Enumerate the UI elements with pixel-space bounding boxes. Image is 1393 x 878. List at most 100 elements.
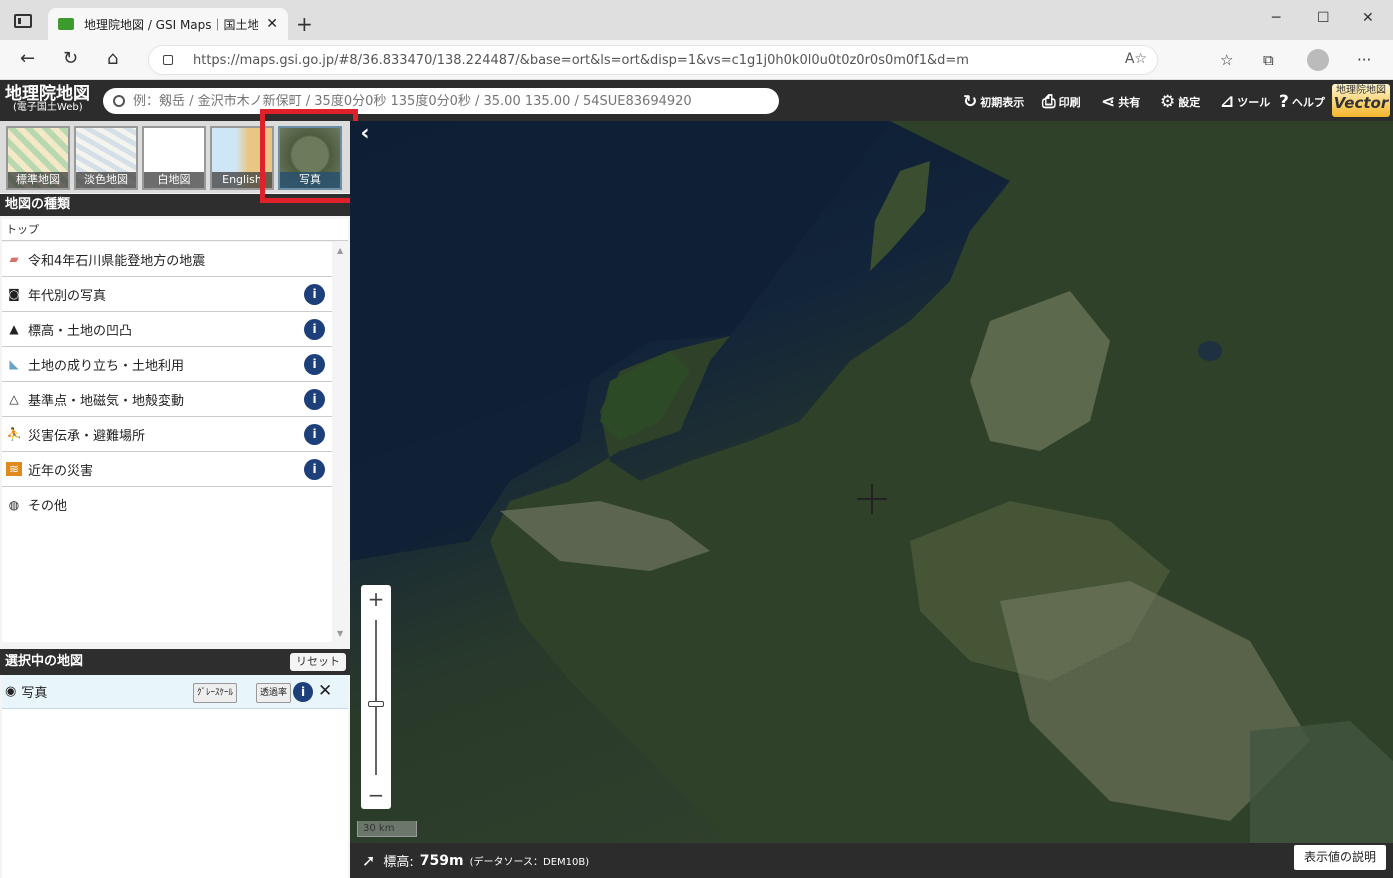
list-item-other[interactable]: ◍ その他 — [2, 487, 332, 522]
url-text: https://maps.gsi.go.jp/#8/36.833470/138.… — [193, 52, 969, 68]
breadcrumb[interactable]: トップ — [2, 219, 348, 241]
list-item-recent-disasters[interactable]: ≋ 近年の災害 i — [2, 452, 332, 487]
eye-icon[interactable]: ◉ — [5, 684, 16, 699]
info-icon[interactable]: i — [304, 424, 325, 445]
zoom-slider-track[interactable] — [375, 620, 377, 775]
camera-icon: ◙ — [8, 287, 20, 301]
window-close-icon[interactable]: ✕ — [1362, 10, 1374, 26]
elevation-value: 759m — [419, 852, 464, 869]
elevation-arrow-icon: ➚ — [362, 851, 376, 870]
basemap-blank[interactable]: 白地図 — [142, 126, 206, 190]
remove-layer-icon[interactable]: ✕ — [318, 681, 332, 701]
list-item-photos-by-era[interactable]: ◙ 年代別の写真 i — [2, 277, 332, 312]
collapse-sidebar-icon[interactable]: ‹ — [352, 121, 378, 151]
explain-values-button[interactable]: 表示値の説明 — [1294, 845, 1386, 870]
gsi-header: 地理院地図 (電子国土Web) ↻初期表示 ⎙印刷 ⋖共有 ⚙設定 ⊿ツール ?… — [0, 80, 1393, 121]
help-button[interactable]: ? ヘルプ — [1279, 92, 1325, 112]
gear-icon: ⚙ — [1160, 92, 1176, 112]
minimize-icon[interactable]: ─ — [1272, 10, 1280, 26]
gsi-favicon-icon — [58, 18, 74, 30]
selected-maps-area: ◉ 写真 ｸﾞﾚｰｽｹｰﾙ 透過率 i ✕ — [2, 675, 348, 878]
profile-avatar[interactable] — [1307, 49, 1329, 71]
info-icon[interactable]: i — [304, 319, 325, 340]
favorites-icon[interactable]: ☆ — [1220, 51, 1233, 69]
elevation-label: 標高: — [383, 855, 414, 870]
zoom-in-button[interactable]: + — [361, 587, 391, 611]
tab-title: 地理院地図 / GSI Maps｜国土地 — [84, 17, 259, 32]
selected-layer-name: 写真 — [21, 686, 48, 701]
tab-actions-icon[interactable] — [14, 14, 32, 28]
info-icon[interactable]: i — [293, 682, 313, 702]
search-icon — [113, 95, 125, 107]
settings-button[interactable]: ⚙ 設定 — [1160, 92, 1200, 112]
maximize-icon[interactable]: ☐ — [1317, 10, 1330, 26]
triangle-point-icon: △ — [9, 392, 19, 406]
list-item-elevation[interactable]: ▲ 標高・土地の凹凸 i — [2, 312, 332, 347]
elevation-source: (データソース：DEM10B) — [469, 857, 590, 868]
collections-icon[interactable]: ⧉ — [1263, 51, 1274, 69]
info-icon[interactable]: i — [304, 459, 325, 480]
info-icon[interactable]: i — [304, 354, 325, 375]
address-bar[interactable]: https://maps.gsi.go.jp/#8/36.833470/138.… — [148, 45, 1158, 75]
map-canvas[interactable] — [350, 121, 1393, 843]
search-input[interactable] — [133, 93, 779, 109]
print-button[interactable]: ⎙ 印刷 — [1042, 92, 1081, 112]
share-icon: ⋖ — [1101, 92, 1116, 112]
scroll-down-icon[interactable]: ▼ — [337, 629, 343, 638]
gsi-logo[interactable]: 地理院地図 (電子国土Web) — [5, 86, 90, 113]
list-item-control-points[interactable]: △ 基準点・地磁気・地殻変動 i — [2, 382, 332, 417]
sidebar: 標準地図 淡色地図 白地図 English 写真 地図の種類 トップ ▰ 令和4… — [0, 121, 350, 878]
scale-bar: 30 km — [357, 821, 417, 837]
search-box — [103, 88, 779, 114]
opacity-button[interactable]: 透過率 — [256, 683, 292, 703]
refresh-icon: ↻ — [963, 92, 978, 112]
zoom-control: + − — [361, 585, 391, 809]
logo-title: 地理院地図 — [5, 84, 90, 104]
landform-icon: ◣ — [9, 357, 19, 371]
ruler-icon: ⊿ — [1220, 92, 1235, 112]
new-tab-icon[interactable]: + — [296, 12, 313, 36]
selected-layer-row[interactable]: ◉ 写真 ｸﾞﾚｰｽｹｰﾙ 透過率 i ✕ — [2, 675, 348, 709]
home-icon[interactable]: ⌂ — [107, 48, 118, 69]
logo-subtitle: (電子国土Web) — [13, 102, 83, 113]
printer-icon: ⎙ — [1042, 92, 1056, 112]
zoom-slider-handle[interactable] — [368, 701, 384, 707]
highlight-annotation-box — [260, 109, 358, 203]
reload-icon[interactable]: ↻ — [63, 48, 78, 69]
basemap-pale[interactable]: 淡色地図 — [74, 126, 138, 190]
evacuation-icon: ⛹ — [6, 427, 22, 441]
folder-icon: ▰ — [9, 252, 19, 266]
more-menu-icon[interactable]: ··· — [1357, 51, 1371, 69]
list-item-evacuation[interactable]: ⛹ 災害伝承・避難場所 i — [2, 417, 332, 452]
lock-icon — [163, 55, 173, 65]
share-button[interactable]: ⋖ 共有 — [1101, 92, 1140, 112]
zoom-out-button[interactable]: − — [361, 783, 391, 807]
layer-category-list: ▰ 令和4年石川県能登地方の地震 ◙ 年代別の写真 i ▲ 標高・土地の凹凸 i… — [2, 242, 332, 642]
tools-button[interactable]: ⊿ ツール — [1220, 92, 1270, 112]
grayscale-button[interactable]: ｸﾞﾚｰｽｹｰﾙ — [193, 683, 238, 703]
browser-tabstrip: 地理院地図 / GSI Maps｜国土地 ✕ + ─ ☐ ✕ — [0, 0, 1393, 40]
question-icon: ? — [1279, 92, 1289, 112]
basemap-standard[interactable]: 標準地図 — [6, 126, 70, 190]
selected-maps-header: 選択中の地図 リセット — [0, 649, 350, 675]
browser-toolbar: ← ↻ ⌂ https://maps.gsi.go.jp/#8/36.83347… — [0, 40, 1393, 80]
layer-list-scrollbar[interactable]: ▲ ▼ — [333, 242, 348, 642]
browser-tab-active[interactable]: 地理院地図 / GSI Maps｜国土地 ✕ — [48, 8, 288, 40]
mountain-icon: ▲ — [9, 322, 19, 336]
elevation-footer: ➚ 標高: 759m (データソース：DEM10B) — [350, 843, 1393, 878]
reset-selection-button[interactable]: リセット — [290, 653, 346, 671]
globe-icon: ◍ — [8, 497, 20, 512]
back-icon[interactable]: ← — [20, 48, 35, 69]
info-icon[interactable]: i — [304, 389, 325, 410]
tab-close-icon[interactable]: ✕ — [266, 16, 278, 32]
list-item-land-use[interactable]: ◣ 土地の成り立ち・土地利用 i — [2, 347, 332, 382]
map-center-crosshair — [857, 484, 887, 514]
vector-map-link[interactable]: 地理院地図 Vector — [1332, 84, 1390, 117]
list-item-noto-earthquake[interactable]: ▰ 令和4年石川県能登地方の地震 — [2, 242, 332, 277]
read-aloud-icon[interactable]: A☆ — [1125, 51, 1147, 67]
scroll-up-icon[interactable]: ▲ — [337, 246, 343, 255]
info-icon[interactable]: i — [304, 284, 325, 305]
disaster-icon: ≋ — [6, 462, 22, 476]
reset-view-button[interactable]: ↻ 初期表示 — [963, 92, 1024, 112]
satellite-imagery — [350, 121, 1393, 843]
